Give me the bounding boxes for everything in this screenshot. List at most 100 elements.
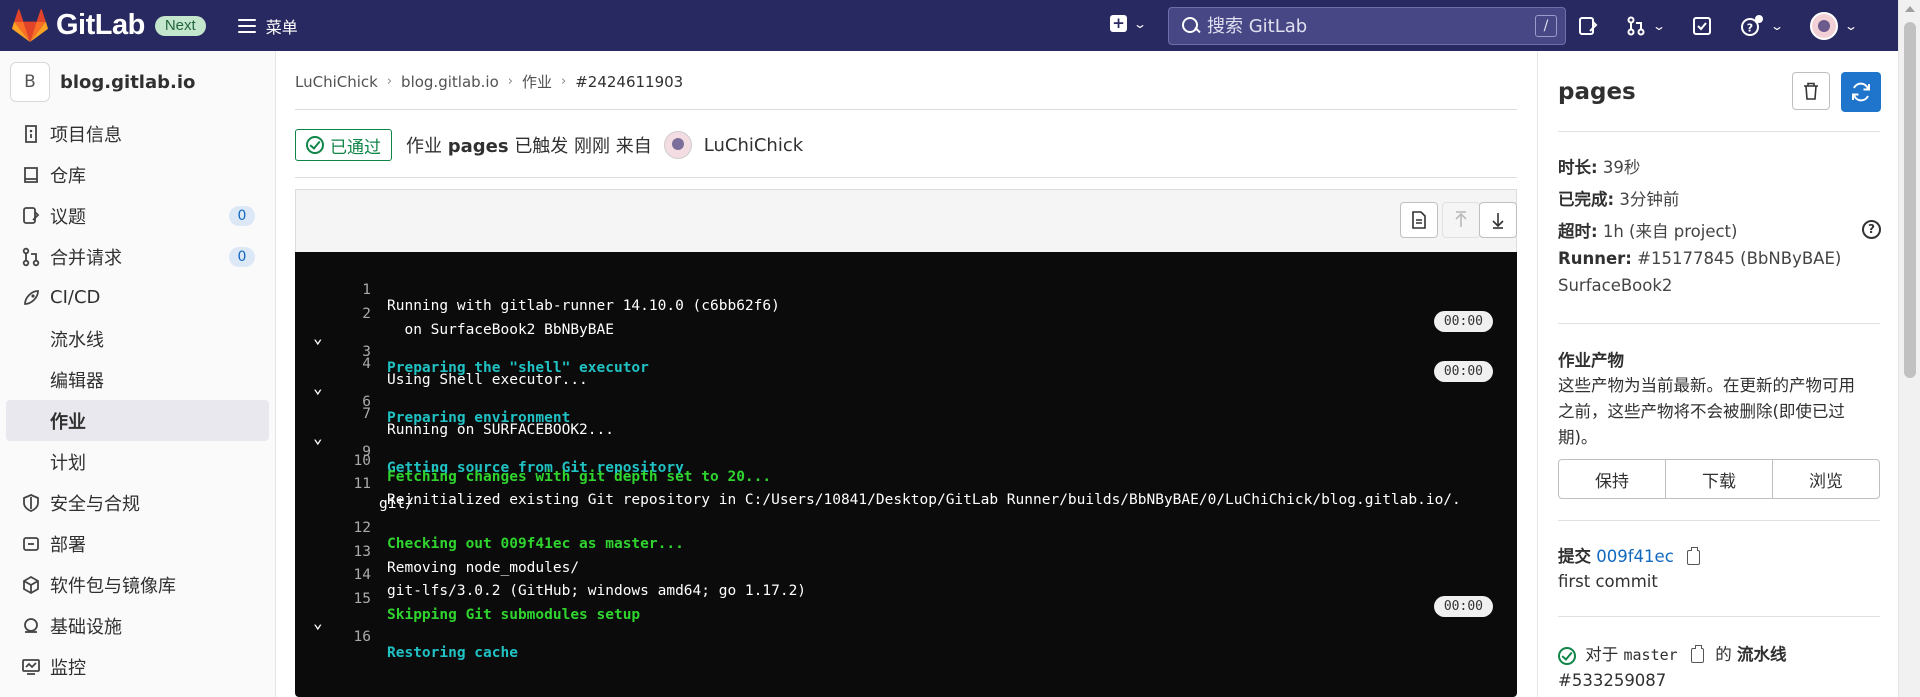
section-duration: 00:00 (1433, 311, 1493, 332)
divider (295, 109, 1517, 110)
keep-artifacts-button[interactable]: 保持 (1559, 460, 1666, 498)
status-label: 已通过 (330, 137, 381, 158)
merge-request-icon (1627, 16, 1645, 36)
user-menu-button[interactable]: ⌄ (1810, 12, 1858, 40)
project-header[interactable]: B blog.gitlab.io (0, 51, 275, 113)
download-artifacts-button[interactable]: 下载 (1666, 460, 1773, 498)
sidebar-item-label: 计划 (50, 452, 86, 474)
merge-request-icon (20, 246, 42, 268)
pipeline-for-text: 对于 (1585, 645, 1619, 664)
merge-requests-nav-button[interactable]: ⌄ (1626, 16, 1666, 36)
pipeline-label: 流水线 (1736, 645, 1787, 664)
status-success-icon (306, 136, 324, 154)
sidebar-item-monitor[interactable]: 监控 (0, 646, 275, 687)
search-box[interactable]: / (1168, 7, 1566, 45)
new-dropdown-button[interactable]: + ⌄ (1110, 15, 1147, 32)
scrollbar-thumb[interactable] (1904, 22, 1916, 378)
section-duration: 00:00 (1433, 361, 1493, 382)
artifacts-description-line: 这些产物为当前最新。在更新的产物可用 (1558, 376, 1855, 395)
search-icon (1181, 16, 1201, 36)
sidebar-item-label: 议题 (50, 206, 86, 228)
rocket-icon (20, 287, 42, 309)
top-navbar: GitLab Next 菜单 + ⌄ / ⌄ ? ⌄ ⌄ (0, 0, 1898, 51)
commit-sha-link[interactable]: 009f41ec (1596, 547, 1674, 566)
help-icon: ? (1741, 15, 1764, 36)
sidebar-item-jobs[interactable]: 作业 (6, 400, 269, 441)
commit-message: first commit (1558, 572, 1658, 591)
log-section-header[interactable]: ⌄ 16 Restoring cache 00:00 (295, 596, 1517, 693)
next-badge[interactable]: Next (154, 15, 206, 36)
menu-button[interactable]: 菜单 (237, 14, 298, 38)
log-text: Restoring cache (387, 645, 518, 661)
package-icon (20, 574, 42, 596)
sidebar-item-repository[interactable]: 仓库 (0, 154, 275, 195)
job-name-title: pages (1558, 79, 1636, 105)
chevron-right-icon: › (507, 74, 513, 89)
scroll-to-top-button[interactable] (1442, 202, 1480, 238)
retry-icon (1852, 82, 1870, 102)
timeout-label: 超时: (1558, 222, 1598, 241)
sidebar-item-cicd[interactable]: CI/CD (0, 277, 275, 318)
monitor-icon (20, 656, 42, 678)
sidebar-item-packages[interactable]: 软件包与镜像库 (0, 564, 275, 605)
retry-job-button[interactable] (1841, 72, 1881, 112)
browse-artifacts-button[interactable]: 浏览 (1773, 460, 1879, 498)
sidebar-item-deployments[interactable]: 部署 (0, 523, 275, 564)
copy-icon[interactable] (1687, 547, 1701, 565)
issues-nav-button[interactable] (1578, 16, 1598, 36)
runner-name: SurfaceBook2 (1558, 276, 1673, 295)
merge-requests-count-badge: 0 (229, 247, 255, 267)
left-sidebar: B blog.gitlab.io 项目信息 仓库 议题 0 合并请求 0 CI/… (0, 51, 276, 697)
erase-job-button[interactable] (1792, 72, 1830, 110)
artifacts-title: 作业产物 (1558, 351, 1624, 370)
search-input[interactable] (1207, 15, 1527, 37)
sidebar-item-editor[interactable]: 编辑器 (0, 359, 275, 400)
sidebar-item-issues[interactable]: 议题 0 (0, 195, 275, 236)
runner-label: Runner: (1558, 249, 1632, 268)
section-duration: 00:00 (1433, 596, 1493, 617)
job-user-link[interactable]: LuChiChick (704, 135, 803, 156)
help-nav-button[interactable]: ? ⌄ (1740, 15, 1784, 37)
gitlab-logo[interactable]: GitLab Next (12, 8, 206, 43)
sidebar-item-merge-requests[interactable]: 合并请求 0 (0, 236, 275, 277)
job-header: 已通过 作业 pages 已触发 刚刚 来自 LuChiChick (295, 129, 803, 161)
infrastructure-icon (20, 615, 42, 637)
job-title-prefix: 作业 (406, 136, 442, 157)
job-details-sidebar: pages 时长: 39秒 已完成: 3分钟前 超时: 1h (来自 proje… (1537, 51, 1898, 697)
sidebar-item-pipelines[interactable]: 流水线 (0, 318, 275, 359)
sidebar-item-schedules[interactable]: 计划 (0, 441, 275, 482)
sidebar-item-label: 仓库 (50, 165, 86, 187)
breadcrumb-item[interactable]: #2424611903 (575, 73, 683, 91)
sidebar-item-infrastructure[interactable]: 基础设施 (0, 605, 275, 646)
status-badge[interactable]: 已通过 (295, 129, 392, 161)
timeout-help-icon[interactable]: ? (1862, 220, 1881, 239)
scroll-up-arrow[interactable] (1905, 6, 1915, 12)
todo-icon (1693, 17, 1712, 35)
user-avatar[interactable] (663, 131, 692, 159)
trash-icon (1804, 82, 1818, 100)
line-number[interactable]: 16 (295, 629, 371, 645)
navbar-actions: ⌄ ? ⌄ ⌄ (1578, 12, 1884, 40)
user-avatar (1810, 12, 1839, 40)
main-content: LuChiChick › blog.gitlab.io › 作业 › #2424… (277, 51, 1536, 697)
runner-value: #15177845 (BbNByBAE) (1637, 249, 1842, 268)
breadcrumb-item[interactable]: 作业 (522, 71, 552, 92)
todos-nav-button[interactable] (1692, 16, 1712, 36)
page-scrollbar[interactable] (1898, 0, 1920, 697)
raw-log-button[interactable] (1400, 202, 1438, 238)
divider (295, 177, 1517, 178)
breadcrumb-item[interactable]: blog.gitlab.io (401, 73, 499, 91)
artifact-button-group: 保持 下载 浏览 (1558, 459, 1880, 499)
sidebar-item-project-info[interactable]: 项目信息 (0, 113, 275, 154)
pipeline-branch[interactable]: master (1624, 646, 1678, 664)
copy-icon[interactable] (1690, 645, 1704, 663)
pipeline-status-success-icon[interactable] (1558, 646, 1576, 665)
pipeline-id[interactable]: #533259087 (1558, 671, 1666, 690)
sidebar-item-security[interactable]: 安全与合规 (0, 482, 275, 523)
commit-info: 提交 009f41ec (1558, 543, 1701, 567)
scroll-to-bottom-button[interactable] (1479, 202, 1517, 238)
pipeline-info: 对于 master 的 流水线 (1558, 641, 1786, 665)
brand-name: GitLab (56, 9, 145, 41)
sidebar-item-label: 基础设施 (50, 616, 122, 638)
breadcrumb-item[interactable]: LuChiChick (295, 73, 378, 91)
